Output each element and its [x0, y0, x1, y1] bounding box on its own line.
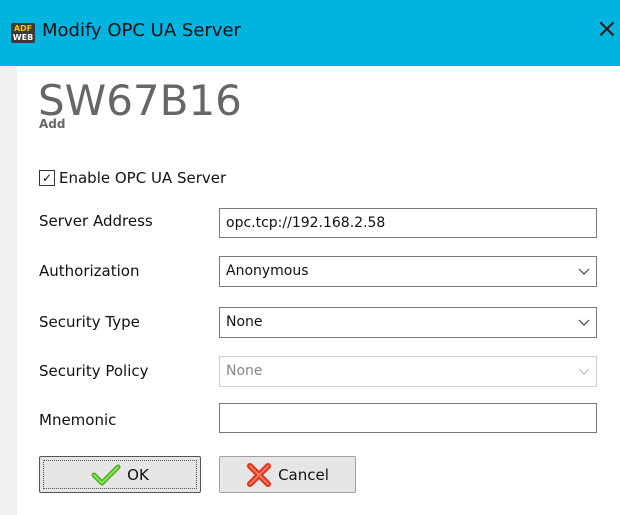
authorization-label: Authorization: [39, 262, 140, 280]
device-name: SW67B16: [38, 76, 242, 125]
close-icon[interactable]: ×: [596, 14, 618, 44]
focus-ring: [43, 460, 197, 489]
security-type-value: None: [226, 314, 263, 330]
security-type-select[interactable]: None: [219, 307, 597, 338]
security-policy-select: None: [219, 356, 597, 387]
enable-opc-ua-server-checkbox[interactable]: ✓: [39, 170, 55, 186]
title-bar: ADF WEB Modify OPC UA Server ×: [0, 0, 620, 66]
security-type-label: Security Type: [39, 313, 140, 331]
server-address-label: Server Address: [39, 212, 153, 230]
mode-label: Add: [39, 117, 66, 131]
authorization-select[interactable]: Anonymous: [219, 256, 597, 287]
mnemonic-label: Mnemonic: [39, 411, 117, 429]
chevron-down-icon: [578, 268, 590, 275]
enable-opc-ua-server-label[interactable]: Enable OPC UA Server: [59, 169, 226, 187]
server-address-input[interactable]: [219, 208, 597, 238]
security-policy-value: None: [226, 363, 263, 379]
ok-button[interactable]: OK: [39, 456, 201, 493]
chevron-down-icon: [578, 319, 590, 326]
cancel-label: Cancel: [278, 465, 329, 484]
chevron-down-icon: [578, 368, 590, 375]
cancel-button[interactable]: Cancel: [219, 456, 356, 493]
enable-opc-ua-server-row[interactable]: ✓ Enable OPC UA Server: [39, 169, 226, 187]
security-policy-label: Security Policy: [39, 362, 149, 380]
red-x-icon: [247, 462, 272, 487]
dialog-body: SW67B16 Add ✓ Enable OPC UA Server Serve…: [17, 66, 620, 515]
mnemonic-input[interactable]: [219, 403, 597, 433]
authorization-value: Anonymous: [226, 263, 309, 279]
app-logo-icon: ADF WEB: [11, 23, 35, 43]
window-title: Modify OPC UA Server: [42, 20, 241, 41]
